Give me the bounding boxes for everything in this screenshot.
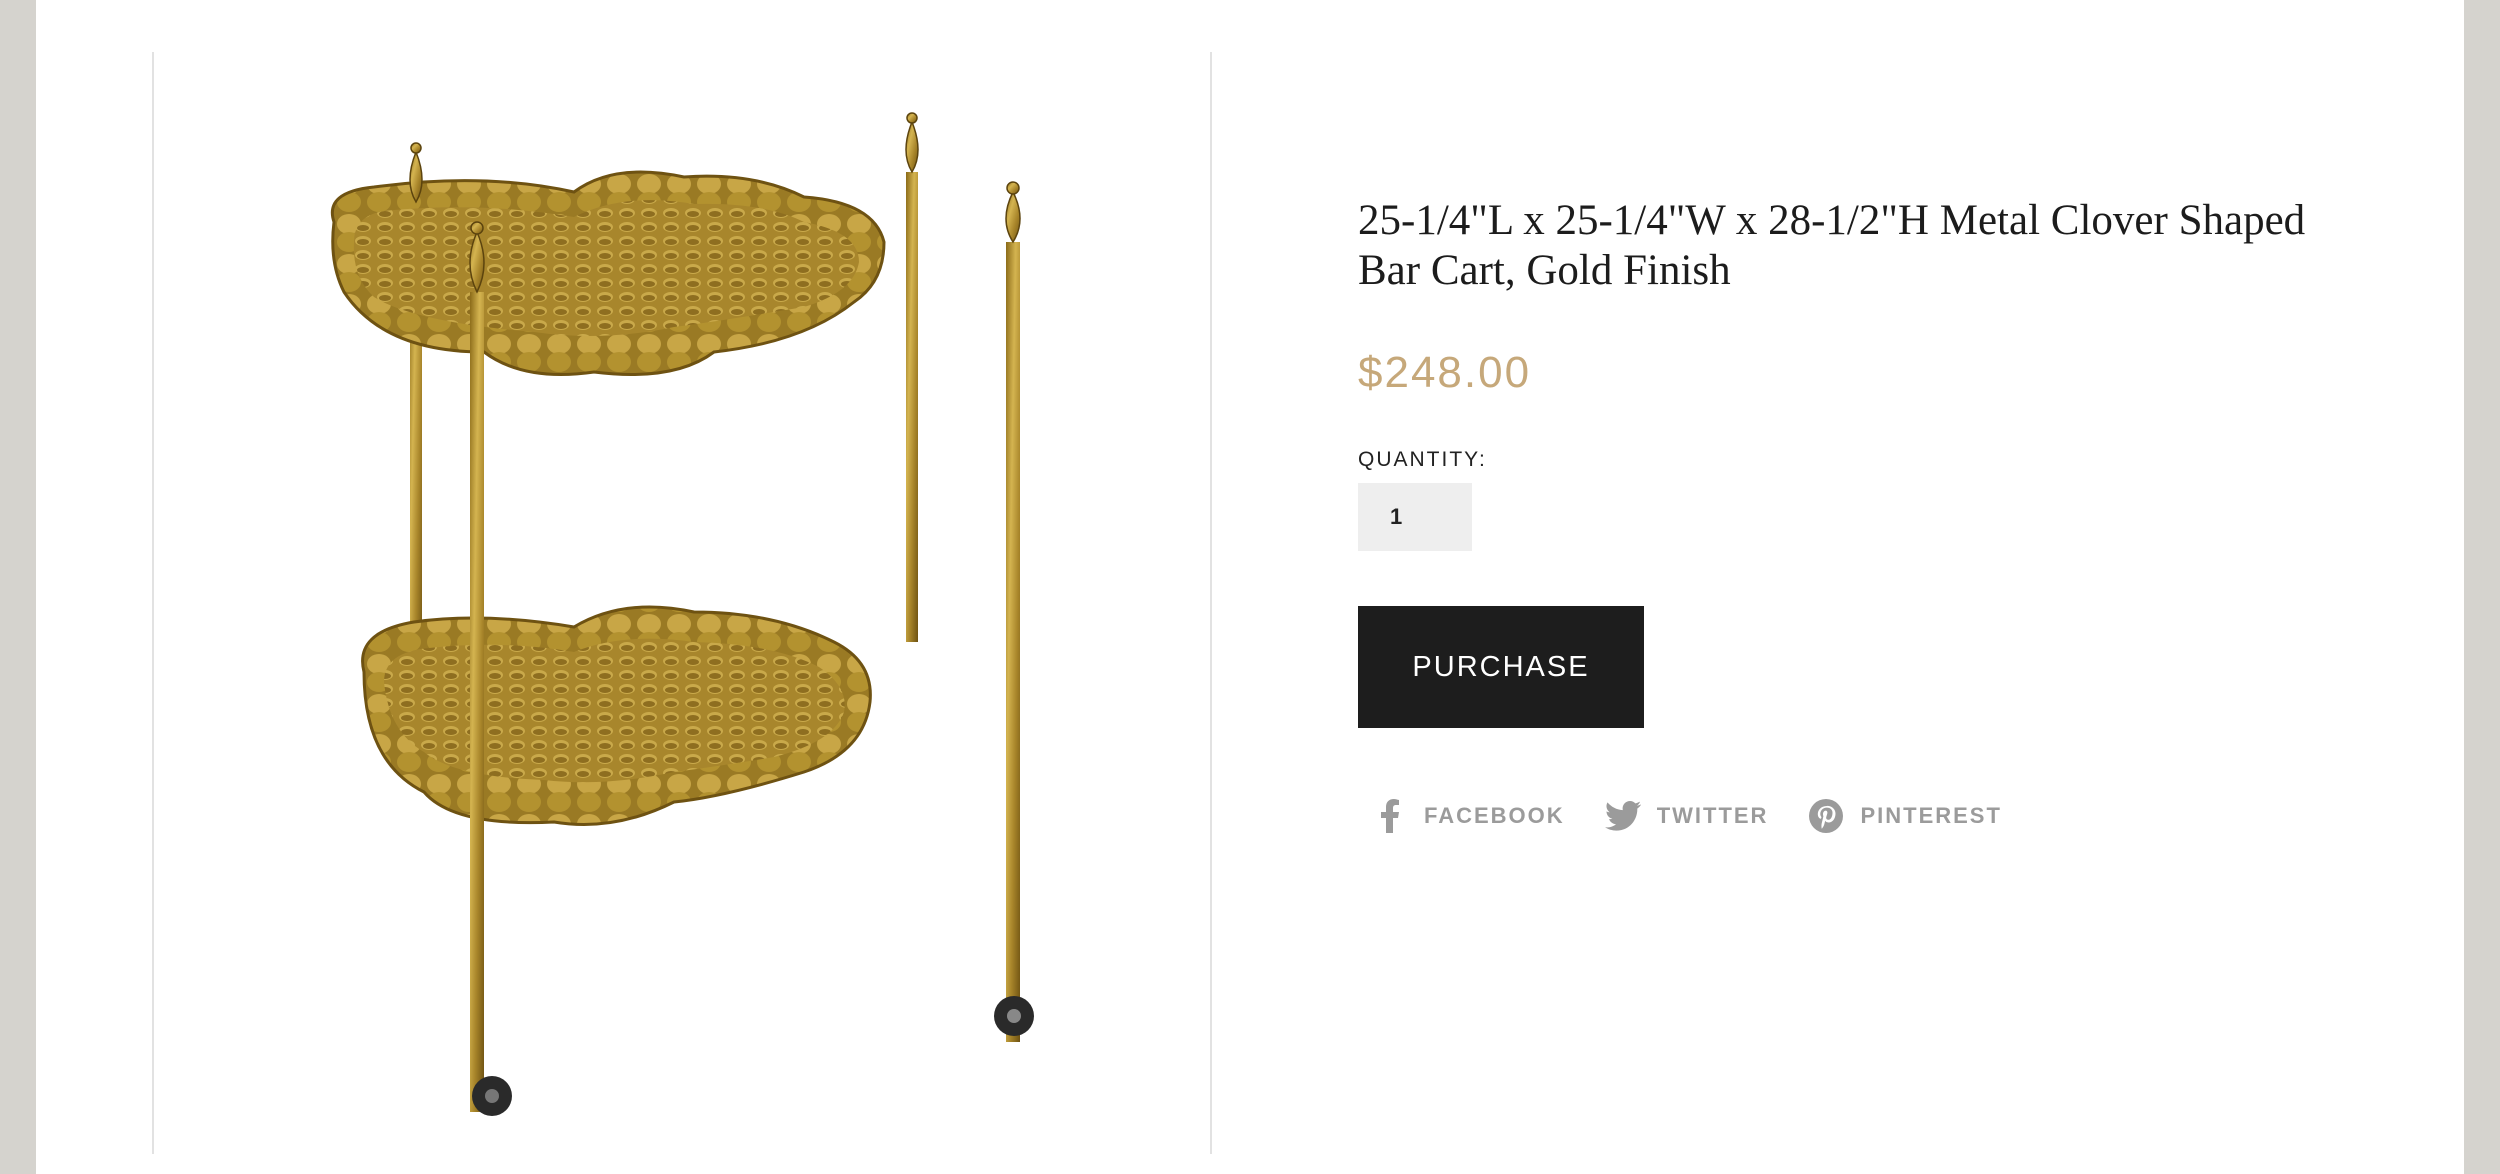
quantity-label: QUANTITY:	[1358, 448, 1487, 471]
share-pinterest-link[interactable]: PINTEREST	[1806, 796, 2001, 836]
product-page: 25-1/4"L x 25-1/4"W x 28-1/2"H Metal Clo…	[36, 0, 2464, 1174]
quantity-input[interactable]	[1358, 483, 1472, 551]
share-facebook-link[interactable]: FACEBOOK	[1370, 796, 1565, 836]
share-links: FACEBOOK TWITTER PINTEREST	[1358, 796, 2040, 836]
facebook-label: FACEBOOK	[1424, 803, 1565, 828]
product-price: $248.00	[1358, 348, 1532, 397]
pinterest-icon	[1806, 796, 1846, 836]
twitter-icon	[1603, 796, 1643, 836]
product-image[interactable]	[154, 52, 1210, 1154]
pinterest-label: PINTEREST	[1860, 803, 2002, 828]
product-title: 25-1/4"L x 25-1/4"W x 28-1/2"H Metal Clo…	[1358, 197, 2306, 294]
facebook-icon	[1370, 796, 1410, 836]
twitter-label: TWITTER	[1656, 803, 1769, 828]
share-twitter-link[interactable]: TWITTER	[1603, 796, 1769, 836]
image-divider-right	[1210, 52, 1212, 1154]
purchase-button[interactable]: PURCHASE	[1358, 606, 1644, 728]
